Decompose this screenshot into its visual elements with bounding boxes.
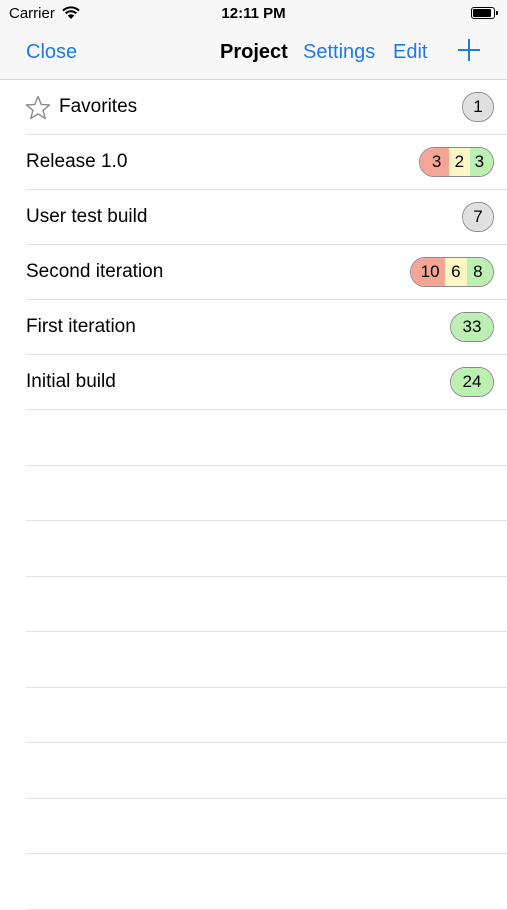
count-green: 33 — [451, 313, 493, 341]
list-item-release[interactable]: Release 1.0 3 2 3 — [0, 135, 507, 190]
empty-row — [0, 521, 507, 577]
status-bar: Carrier 12:11 PM — [0, 0, 507, 28]
count-badge: 3 2 3 — [419, 147, 494, 177]
count-gray: 1 — [463, 93, 493, 121]
navigation-bar: Close Project Settings Edit — [0, 28, 507, 80]
edit-button[interactable]: Edit — [393, 41, 427, 64]
count-yellow: 6 — [445, 258, 467, 286]
count-red: 10 — [411, 258, 446, 286]
count-green: 8 — [466, 258, 493, 286]
clock: 12:11 PM — [221, 5, 286, 22]
empty-row — [0, 688, 507, 743]
count-gray: 7 — [463, 203, 493, 231]
count-badge: 33 — [450, 312, 494, 342]
list-item-label: User test build — [26, 206, 148, 227]
star-icon — [25, 95, 51, 120]
list-item-label: Favorites — [59, 96, 138, 117]
list-item-second-iteration[interactable]: Second iteration 10 6 8 — [0, 245, 507, 300]
page-title: Project — [220, 41, 288, 63]
project-list: Favorites 1 Release 1.0 3 2 3 User test … — [0, 80, 507, 910]
empty-row — [0, 577, 507, 632]
settings-button[interactable]: Settings — [303, 41, 375, 64]
count-green: 3 — [469, 148, 493, 176]
close-button[interactable]: Close — [26, 41, 77, 64]
row-divider — [26, 908, 507, 910]
empty-row — [0, 632, 507, 688]
list-item-label: Release 1.0 — [26, 151, 128, 172]
list-item-label: First iteration — [26, 316, 136, 337]
list-item-first-iteration[interactable]: First iteration 33 — [0, 300, 507, 355]
empty-row — [0, 743, 507, 799]
list-item-user-test-build[interactable]: User test build 7 — [0, 190, 507, 245]
list-item-favorites[interactable]: Favorites 1 — [0, 80, 507, 135]
count-badge: 24 — [450, 367, 494, 397]
count-badge: 1 — [462, 92, 494, 122]
count-green: 24 — [451, 368, 493, 396]
count-red: 3 — [420, 148, 450, 176]
empty-row — [0, 799, 507, 854]
list-item-initial-build[interactable]: Initial build 24 — [0, 355, 507, 410]
battery-icon — [471, 7, 499, 19]
empty-row — [0, 466, 507, 521]
empty-row — [0, 854, 507, 910]
list-item-label: Initial build — [26, 371, 116, 392]
count-badge: 7 — [462, 202, 494, 232]
list-item-label: Second iteration — [26, 261, 164, 282]
count-badge: 10 6 8 — [410, 257, 494, 287]
count-yellow: 2 — [449, 148, 470, 176]
plus-icon[interactable] — [456, 37, 482, 63]
empty-row — [0, 410, 507, 466]
